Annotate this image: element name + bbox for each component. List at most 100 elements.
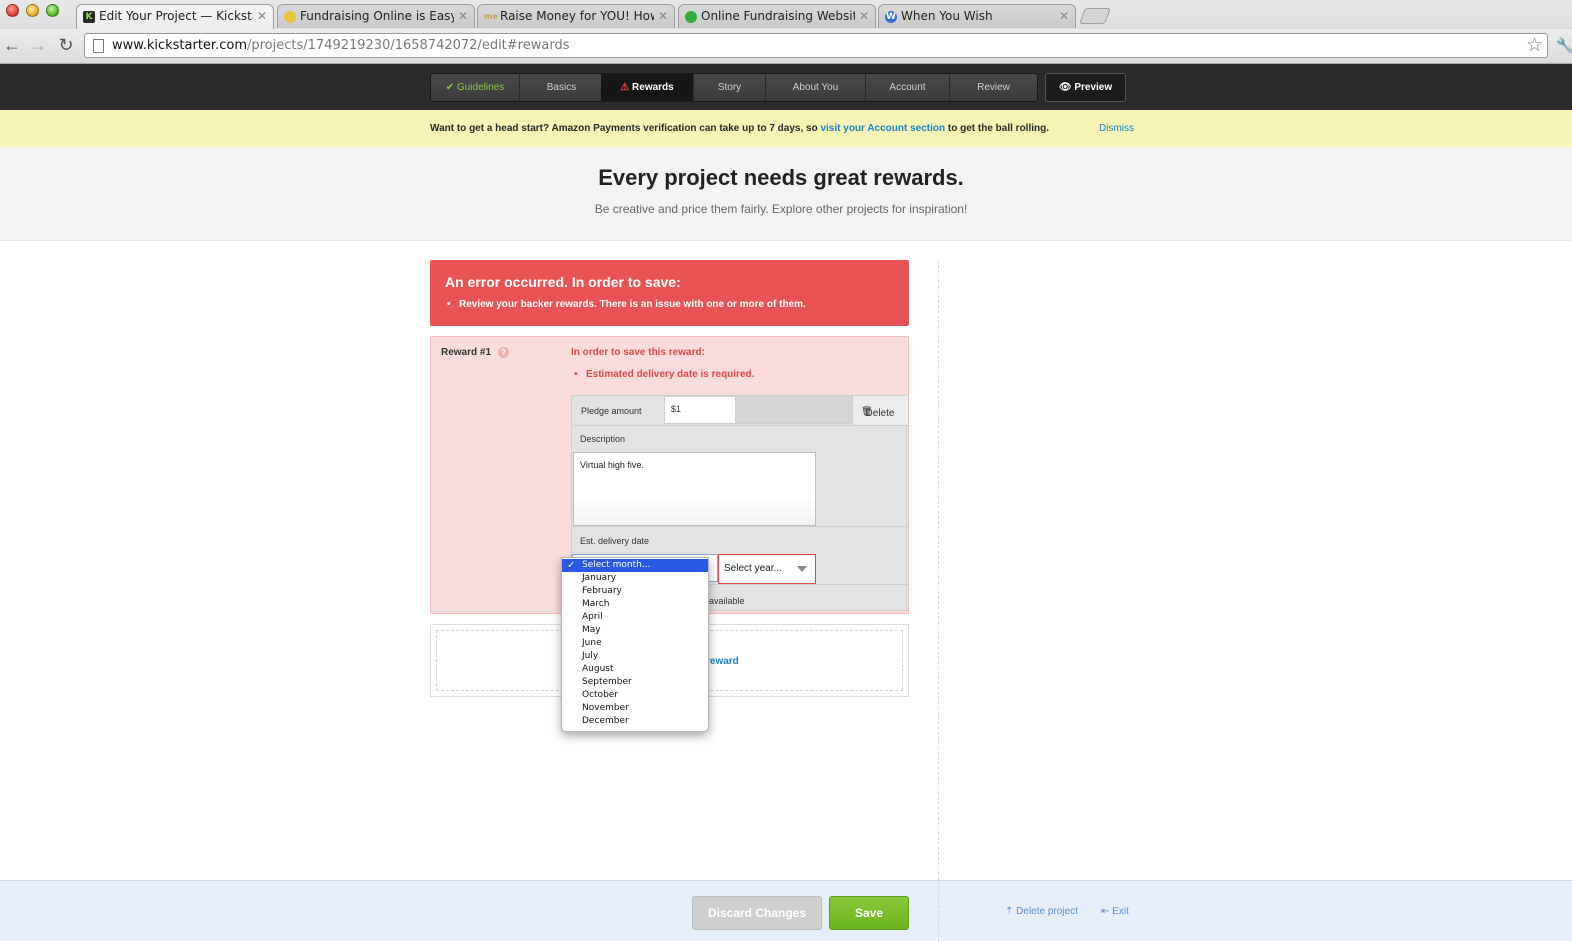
url-text: www.kickstarter.com/projects/1749219230/… [112,38,569,53]
tab-title: Edit Your Project — Kickstart [99,9,253,23]
month-option-august[interactable]: August [562,663,708,676]
page-header: Every project needs great rewards. Be cr… [0,147,1572,241]
step-label: Story [717,82,742,93]
month-option-may[interactable]: May [562,624,708,637]
month-option-march[interactable]: March [562,598,708,611]
delete-project-link[interactable]: ⇡ Delete project [1005,906,1078,917]
reload-icon[interactable]: ↻ [56,35,76,55]
warning-icon: ⚠ [620,82,630,93]
kickstarter-favicon-icon: K [83,11,95,23]
new-tab-button[interactable] [1079,8,1111,24]
tab-title: Online Fundraising Website a [701,9,855,23]
year-select[interactable]: Select year... [718,554,816,584]
month-option-june[interactable]: June [562,637,708,650]
url-path: /projects/1749219230/1658742072/edit#rew… [246,38,570,53]
delete-icon: ⇡ [1005,906,1014,917]
page-title: Every project needs great rewards. [598,165,964,190]
step-rewards[interactable]: ⚠ Rewards [601,74,693,101]
checkmark-icon: ✔ [445,82,455,93]
month-dropdown-menu[interactable]: Select month... January February March A… [561,557,709,732]
month-option-september[interactable]: September [562,676,708,689]
notice-text-end: to get the ball rolling. [945,123,1050,134]
month-option-february[interactable]: February [562,585,708,598]
step-about-you[interactable]: About You [765,74,865,101]
month-option-october[interactable]: October [562,689,708,702]
step-label: Account [889,82,926,93]
browser-tab-raise-money[interactable]: me Raise Money for YOU! How to ✕ [477,4,675,28]
chevron-down-icon [797,566,807,572]
step-label: Review [977,82,1010,93]
notice-message: Want to get a head start? Amazon Payment… [430,123,1049,134]
bookmark-star-icon[interactable]: ☆ [1526,34,1543,57]
column-divider [938,260,939,880]
close-tab-icon[interactable]: ✕ [859,9,869,23]
step-label: Basics [546,82,577,93]
close-tab-icon[interactable]: ✕ [1059,9,1069,23]
step-basics[interactable]: Basics [519,74,603,101]
browser-tab-online-fundraising[interactable]: Online Fundraising Website a ✕ [678,4,876,28]
eye-icon: 👁 [1058,82,1072,93]
browser-chrome: K Edit Your Project — Kickstart ✕ Fundra… [0,0,1572,64]
browser-tab-fundraising[interactable]: Fundraising Online is Easy fo ✕ [277,4,475,28]
delivery-date-label: Est. delivery date [580,536,650,546]
help-question-icon[interactable]: ? [498,347,509,358]
page-icon [93,39,104,53]
project-steps-bar: ✔ Guidelines Basics ⚠ Rewards Story Abou… [0,64,1572,110]
delete-reward-button[interactable]: 🗑 Delete [852,396,907,426]
exit-link[interactable]: ⇤ Exit [1101,906,1129,917]
globe-favicon-icon [284,11,296,23]
close-tab-icon[interactable]: ✕ [458,9,468,23]
add-reward-link[interactable]: reward [706,656,739,667]
step-label: About You [792,82,839,93]
zoom-window-button[interactable] [46,4,59,17]
green-circle-favicon-icon [685,11,697,23]
back-arrow-icon[interactable]: ← [2,35,22,55]
dismiss-link[interactable]: Dismiss [1099,123,1134,134]
divider [572,526,908,527]
month-option-placeholder[interactable]: Select month... [562,559,708,572]
description-textarea[interactable]: Virtual high five. [573,452,816,526]
month-option-july[interactable]: July [562,650,708,663]
month-option-december[interactable]: December [562,715,708,728]
browser-tab-kickstarter[interactable]: K Edit Your Project — Kickstart ✕ [76,4,274,29]
pledge-amount-input[interactable]: $1 [664,396,736,424]
step-review[interactable]: Review [949,74,1037,101]
save-button[interactable]: Save [829,896,909,930]
tab-title: Fundraising Online is Easy fo [300,9,454,23]
step-label: Rewards [632,82,674,93]
reward-error-title: In order to save this reward: [571,347,705,358]
month-option-november[interactable]: November [562,702,708,715]
browser-toolbar: ← → ↻ www.kickstarter.com/projects/17492… [0,29,1572,63]
month-option-april[interactable]: April [562,611,708,624]
divider [572,425,908,426]
preview-button[interactable]: 👁 Preview [1045,73,1126,102]
tab-title: Raise Money for YOU! How to [500,9,654,23]
account-section-link[interactable]: visit your Account section [820,123,945,134]
month-option-january[interactable]: January [562,572,708,585]
forward-arrow-icon[interactable]: → [28,35,48,55]
year-select-value: Select year... [724,563,782,574]
discard-changes-button[interactable]: Discard Changes [692,896,822,930]
step-account[interactable]: Account [865,74,949,101]
error-banner: An error occurred. In order to save: Rev… [430,260,909,326]
close-tab-icon[interactable]: ✕ [658,9,668,23]
amazon-payments-notice: Want to get a head start? Amazon Payment… [0,110,1572,147]
reward-error-item: Estimated delivery date is required. [574,369,754,380]
minimize-window-button[interactable] [26,4,39,17]
steps-nav: ✔ Guidelines Basics ⚠ Rewards Story Abou… [430,73,1038,102]
footer-divider [938,881,939,942]
browser-tab-when-you-wish[interactable]: W When You Wish ✕ [878,4,1076,28]
step-guidelines[interactable]: ✔ Guidelines [431,74,519,101]
me-favicon-icon: me [484,12,498,21]
pledge-amount-label: Pledge amount [581,406,642,416]
reward-label: Reward #1 [441,347,492,358]
pledge-row-fill [736,396,852,424]
address-bar[interactable]: www.kickstarter.com/projects/1749219230/… [84,33,1548,58]
wrench-icon[interactable]: 🔧 [1556,37,1572,54]
step-story[interactable]: Story [693,74,765,101]
exit-icon: ⇤ [1101,906,1110,917]
close-window-button[interactable] [6,4,19,17]
trash-icon: 🗑 [861,406,873,416]
close-tab-icon[interactable]: ✕ [257,9,267,23]
preview-label: Preview [1074,82,1113,93]
